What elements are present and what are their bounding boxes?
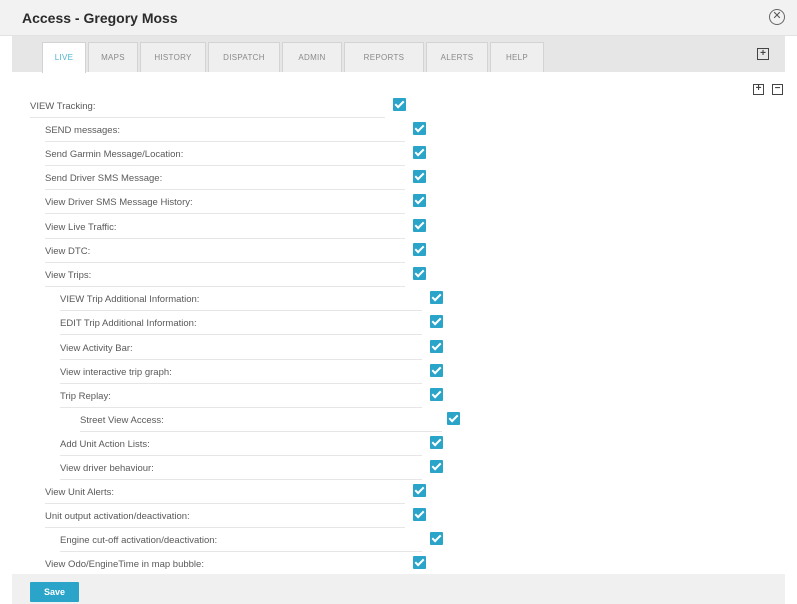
permission-row: Engine cut-off activation/deactivation: [60, 532, 444, 552]
permission-label: View Live Traffic: [45, 222, 117, 233]
row-divider [80, 431, 442, 432]
close-icon[interactable]: ✕ [769, 9, 785, 25]
permission-label: View interactive trip graph: [60, 367, 172, 378]
permission-label: View driver behaviour: [60, 463, 154, 474]
permission-checkbox[interactable] [413, 194, 426, 207]
permission-row: Send Garmin Message/Location: [45, 146, 427, 166]
permission-label: VIEW Tracking: [30, 101, 96, 112]
row-divider [45, 262, 405, 263]
tab-dispatch[interactable]: DISPATCH [208, 42, 280, 72]
permission-checkbox[interactable] [430, 436, 443, 449]
permission-label: Unit output activation/deactivation: [45, 511, 190, 522]
row-divider [60, 551, 422, 552]
permission-row: View Unit Alerts: [45, 484, 427, 504]
permission-checkbox[interactable] [413, 556, 426, 569]
row-divider [45, 141, 405, 142]
permission-label: EDIT Trip Additional Information: [60, 318, 197, 329]
permission-checkbox[interactable] [447, 412, 460, 425]
row-divider [45, 503, 405, 504]
row-divider [60, 479, 422, 480]
collapse-all-icon[interactable]: − [772, 84, 783, 95]
row-divider [30, 117, 385, 118]
permission-label: View Trips: [45, 270, 92, 281]
row-divider [60, 383, 422, 384]
tab-reports[interactable]: REPORTS [344, 42, 424, 72]
row-divider [60, 310, 422, 311]
permission-label: View Odo/EngineTime in map bubble: [45, 559, 204, 570]
permission-checkbox[interactable] [413, 146, 426, 159]
permission-checkbox[interactable] [413, 122, 426, 135]
permission-checkbox[interactable] [430, 340, 443, 353]
permission-row: SEND messages: [45, 122, 427, 142]
permission-row: View Live Traffic: [45, 219, 427, 239]
expand-all-icon[interactable]: + [753, 84, 764, 95]
permission-label: SEND messages: [45, 125, 120, 136]
permission-row: VIEW Trip Additional Information: [60, 291, 444, 311]
permission-checkbox[interactable] [430, 291, 443, 304]
permission-row: EDIT Trip Additional Information: [60, 315, 444, 335]
permission-row: Add Unit Action Lists: [60, 436, 444, 456]
permission-label: Street View Access: [80, 415, 164, 426]
save-button[interactable]: Save [30, 582, 79, 602]
row-divider [45, 527, 405, 528]
permission-checkbox[interactable] [413, 243, 426, 256]
permission-row: View Activity Bar: [60, 340, 444, 360]
row-divider [45, 189, 405, 190]
permission-checkbox[interactable] [393, 98, 406, 111]
permission-checkbox[interactable] [430, 460, 443, 473]
permission-label: View DTC: [45, 246, 91, 257]
permission-row: VIEW Tracking: [30, 98, 407, 118]
permission-checkbox[interactable] [430, 364, 443, 377]
row-divider [60, 455, 422, 456]
permission-row: View driver behaviour: [60, 460, 444, 480]
permission-row: Unit output activation/deactivation: [45, 508, 427, 528]
row-divider [45, 286, 405, 287]
row-divider [45, 165, 405, 166]
tab-maps[interactable]: MAPS [88, 42, 138, 72]
row-divider [60, 407, 422, 408]
permission-checkbox[interactable] [430, 315, 443, 328]
permission-row: Trip Replay: [60, 388, 444, 408]
permission-label: Trip Replay: [60, 391, 111, 402]
permission-label: View Unit Alerts: [45, 487, 114, 498]
footer-bar: Save [12, 574, 785, 604]
tab-history[interactable]: HISTORY [140, 42, 206, 72]
tab-alerts[interactable]: ALERTS [426, 42, 488, 72]
row-divider [45, 238, 405, 239]
row-divider [60, 334, 422, 335]
permission-row: View DTC: [45, 243, 427, 263]
permission-row: View interactive trip graph: [60, 364, 444, 384]
permission-checkbox[interactable] [413, 170, 426, 183]
row-divider [45, 213, 405, 214]
permission-checkbox[interactable] [413, 508, 426, 521]
permission-row: View Driver SMS Message History: [45, 194, 427, 214]
plus-square-icon[interactable]: + [757, 48, 769, 60]
permission-checkbox[interactable] [413, 267, 426, 280]
permission-label: Add Unit Action Lists: [60, 439, 150, 450]
permission-label: Send Garmin Message/Location: [45, 149, 184, 160]
permission-row: Street View Access: [80, 412, 461, 432]
tab-bar: LIVE MAPS HISTORY DISPATCH ADMIN REPORTS… [12, 36, 785, 73]
window-title: Access - Gregory Moss [22, 10, 178, 26]
permission-label: VIEW Trip Additional Information: [60, 294, 200, 305]
permission-checkbox[interactable] [413, 484, 426, 497]
tab-admin[interactable]: ADMIN [282, 42, 342, 72]
permission-label: Engine cut-off activation/deactivation: [60, 535, 218, 546]
permission-checkbox[interactable] [413, 219, 426, 232]
permission-checkbox[interactable] [430, 532, 443, 545]
tab-live[interactable]: LIVE [42, 42, 86, 73]
permission-row: Send Driver SMS Message: [45, 170, 427, 190]
permission-label: Send Driver SMS Message: [45, 173, 163, 184]
permission-label: View Activity Bar: [60, 343, 133, 354]
row-divider [60, 359, 422, 360]
permission-label: View Driver SMS Message History: [45, 197, 193, 208]
permission-row: View Trips: [45, 267, 427, 287]
permission-checkbox[interactable] [430, 388, 443, 401]
window-titlebar: Access - Gregory Moss ✕ [0, 0, 797, 36]
tab-help[interactable]: HELP [490, 42, 544, 72]
